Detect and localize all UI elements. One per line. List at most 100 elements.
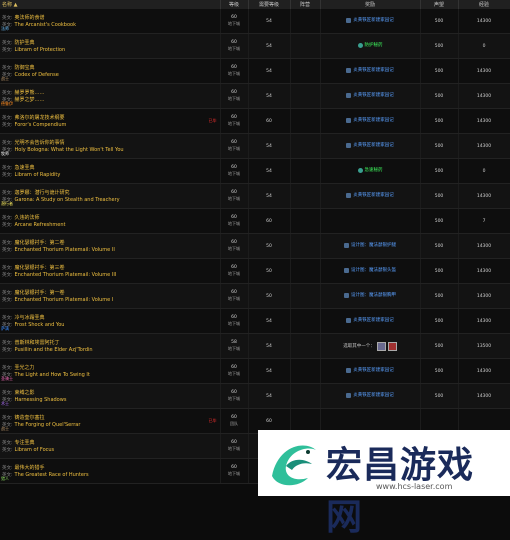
side-cell (290, 358, 321, 384)
reward-choice: 选取其中一个： (343, 341, 397, 351)
quest-name-en[interactable]: Enchanted Thorium Platemail: Volume II (15, 247, 115, 253)
reward-cell: 防护秘药 (320, 33, 421, 59)
side-cell (290, 33, 321, 59)
quest-name-zh[interactable]: 奥法师的食谱 (15, 14, 45, 21)
reward-link[interactable]: 炎黄铁匠新建家园记 (346, 117, 394, 123)
item-icon[interactable] (376, 341, 386, 351)
reward-link[interactable]: 炎黄铁匠新建家园记 (346, 367, 394, 373)
quest-row[interactable]: 英文: 魔化瑟银衬手：第一卷 英文: Enchanted Thorium Platem… (0, 283, 510, 309)
quest-row[interactable]: 英文: 防护圣典 英文: Libram of Protection 60 地下城 54 防护秘… (0, 33, 510, 59)
quest-row[interactable]: 英文: 束缚之影 英文: Harnessing Shadows 术士 60 地下城 54 炎黄铁… (0, 383, 510, 409)
level-type: 地下城 (228, 271, 240, 276)
column-header-rep[interactable]: 声望 (420, 0, 459, 9)
quest-name-zh[interactable]: 魔化瑟银衬手：第一卷 (15, 289, 65, 296)
column-header-reward[interactable]: 奖励 (320, 0, 421, 9)
quest-name-zh[interactable]: 防护圣典 (15, 39, 35, 46)
lang-label: 英文: (2, 122, 13, 128)
quest-name-en[interactable]: Pusillin and the Elder Azj'Tordin (15, 347, 93, 353)
quest-name-en[interactable]: Enchanted Thorium Platemail: Volume III (15, 272, 117, 278)
quest-row[interactable]: 英文: 冷与冰霜圣典 英文: Frost Shock and You 萨满 60 地下城 54… (0, 308, 510, 334)
quest-name-zh[interactable]: 圣光之力 (15, 364, 35, 371)
quest-name-en[interactable]: The Forging of Quel'Serrar (15, 422, 81, 428)
quest-name-en[interactable]: Codex of Defense (15, 72, 59, 78)
reward-link[interactable]: 急速秘药 (357, 167, 383, 173)
reward-link[interactable]: 炎黄铁匠新建家园记 (346, 192, 394, 198)
quest-name-zh[interactable]: 束缚之影 (15, 389, 35, 396)
column-header-req-level[interactable]: 需要等级 (248, 0, 291, 9)
quest-row[interactable]: 英文: 魔化瑟银衬手：第二卷 英文: Enchanted Thorium Platem… (0, 233, 510, 259)
level-cell: 60 团队 (220, 408, 249, 434)
quest-row[interactable]: 英文: 光明不会告诉你的事情 英文: Holy Bologna: What the L… (0, 133, 510, 159)
quest-name-zh[interactable]: 魔化瑟银衬手：第三卷 (15, 264, 65, 271)
req-level-cell: 54 (248, 308, 291, 334)
quest-row[interactable]: 英文: 防御宝典 英文: Codex of Defense 战士 60 地下城 54 炎黄铁匠新… (0, 58, 510, 84)
column-header-side[interactable]: 阵营 (290, 0, 321, 9)
reward-link[interactable]: 炎黄铁匠新建家园记 (346, 142, 394, 148)
quest-name-en[interactable]: Frost Shock and You (15, 322, 65, 328)
quest-name-en[interactable]: Holy Bologna: What the Light Won't Tell … (15, 147, 124, 153)
level-cell: 60 地下城 (220, 9, 249, 34)
quest-name-zh[interactable]: 铸造奎尔塞拉 (15, 414, 45, 421)
quest-name-en[interactable]: Harnessing Shadows (15, 397, 67, 403)
quest-name-en[interactable]: The Light and How To Swing It (15, 372, 90, 378)
level-type: 地下城 (228, 246, 240, 251)
quest-row[interactable]: 英文: 迦罗娜：潜行与诡计研究 英文: Garona: A Study on Stea… (0, 183, 510, 209)
level-type: 地下城 (228, 171, 240, 176)
side-cell (290, 208, 321, 234)
quest-name-zh[interactable]: 专注圣典 (15, 439, 35, 446)
quest-row[interactable]: 英文: 魔化瑟银衬手：第三卷 英文: Enchanted Thorium Platem… (0, 258, 510, 284)
reward-link[interactable]: 炎黄铁匠新建家园记 (346, 392, 394, 398)
dragon-logo-icon (272, 445, 316, 486)
quest-name-zh[interactable]: 最伟大的猎手 (15, 464, 45, 471)
reward-cell: 选取其中一个： (320, 333, 421, 359)
column-header-exp[interactable]: 经验 (458, 0, 510, 9)
reward-link[interactable]: 设计图：魔法瑟银头盔 (344, 267, 396, 273)
quest-name-zh[interactable]: 迦罗娜：潜行与诡计研究 (15, 189, 70, 196)
quest-name-en[interactable]: The Arcanist's Cookbook (15, 22, 76, 28)
quest-row[interactable]: 英文: 久违的法师 英文: Arcane Refreshment 60 地下城 60 500 7 (0, 208, 510, 234)
reward-link[interactable]: 炎黄铁匠新建家园记 (346, 317, 394, 323)
quest-name-zh[interactable]: 久违的法师 (15, 214, 40, 221)
quest-name-zh[interactable]: 普斯林和埃雷阿托丁 (15, 339, 60, 346)
req-level-cell: 60 (248, 208, 291, 234)
quest-name-en[interactable]: 赫罗之梦…… (15, 96, 45, 103)
quest-row[interactable]: 英文: 圣光之力 英文: The Light and How To Swing It 圣… (0, 358, 510, 384)
quest-row[interactable]: 英文: 赫罗罗熊…… 英文: 赫罗之梦…… 德鲁伊 60 地下城 54 炎黄铁匠新建家园记 500… (0, 83, 510, 109)
reward-link[interactable]: 炎黄铁匠新建家园记 (346, 67, 394, 73)
column-header-level[interactable]: 等级 (220, 0, 249, 9)
reward-link[interactable]: 设计图：魔法瑟银胸甲 (344, 292, 396, 298)
side-cell (290, 108, 321, 134)
quest-name-zh[interactable]: 赫罗罗熊…… (15, 89, 45, 96)
quest-name-zh[interactable]: 弗洛尔的屠龙技术纲要 (15, 114, 65, 121)
reward-link[interactable]: 防护秘药 (357, 42, 383, 48)
quest-name-zh[interactable]: 魔化瑟银衬手：第二卷 (15, 239, 65, 246)
quest-name-en[interactable]: Garona: A Study on Stealth and Treachery (15, 197, 120, 203)
quest-name-en[interactable]: Foror's Compendium (15, 122, 67, 128)
quest-name-cell: 英文: 奥法师的食谱 英文: The Arcanist's Cookbook 法师 (0, 9, 221, 34)
quest-name-zh[interactable]: 冷与冰霜圣典 (15, 314, 45, 321)
quest-row[interactable]: 英文: 奥法师的食谱 英文: The Arcanist's Cookbook 法师 60 地… (0, 9, 510, 34)
quest-row[interactable]: 英文: 急速圣典 英文: Libram of Rapidity 60 地下城 54 急速秘药 5… (0, 158, 510, 184)
level-cell: 60 地下城 (220, 383, 249, 409)
reward-link[interactable]: 设计图：魔法瑟银护腿 (344, 242, 396, 248)
reward-link[interactable]: 炎黄铁匠新建家园记 (346, 92, 394, 98)
quest-name-zh[interactable]: 急速圣典 (15, 164, 35, 171)
quest-row[interactable]: 英文: 普斯林和埃雷阿托丁 英文: Pusillin and the Elder Az… (0, 333, 510, 359)
reward-link[interactable]: 炎黄铁匠新建家园记 (346, 17, 394, 23)
column-header-name[interactable]: 名称 ▲ (0, 0, 221, 9)
quest-name-zh[interactable]: 光明不会告诉你的事情 (15, 139, 65, 146)
quest-name-zh[interactable]: 防御宝典 (15, 64, 35, 71)
quest-name-en[interactable]: Arcane Refreshment (15, 222, 66, 228)
quest-name-en[interactable]: The Greatest Race of Hunters (15, 472, 89, 478)
quest-name-en[interactable]: Enchanted Thorium Platemail: Volume I (15, 297, 114, 303)
item-icon (344, 292, 349, 298)
quest-name-cell: 英文: 魔化瑟银衬手：第三卷 英文: Enchanted Thorium Platem… (0, 258, 221, 284)
quest-row[interactable]: 英文: 弗洛尔的屠龙技术纲要 英文: Foror's Compendium 已毕 60 地下… (0, 108, 510, 134)
req-level-cell: 54 (248, 58, 291, 84)
class-tag: 术士 (1, 401, 9, 406)
quest-name-en[interactable]: Libram of Protection (15, 47, 66, 53)
quest-name-en[interactable]: Libram of Focus (15, 447, 55, 453)
item-icon (346, 367, 352, 373)
item-icon[interactable] (387, 341, 397, 351)
quest-name-en[interactable]: Libram of Rapidity (15, 172, 61, 178)
